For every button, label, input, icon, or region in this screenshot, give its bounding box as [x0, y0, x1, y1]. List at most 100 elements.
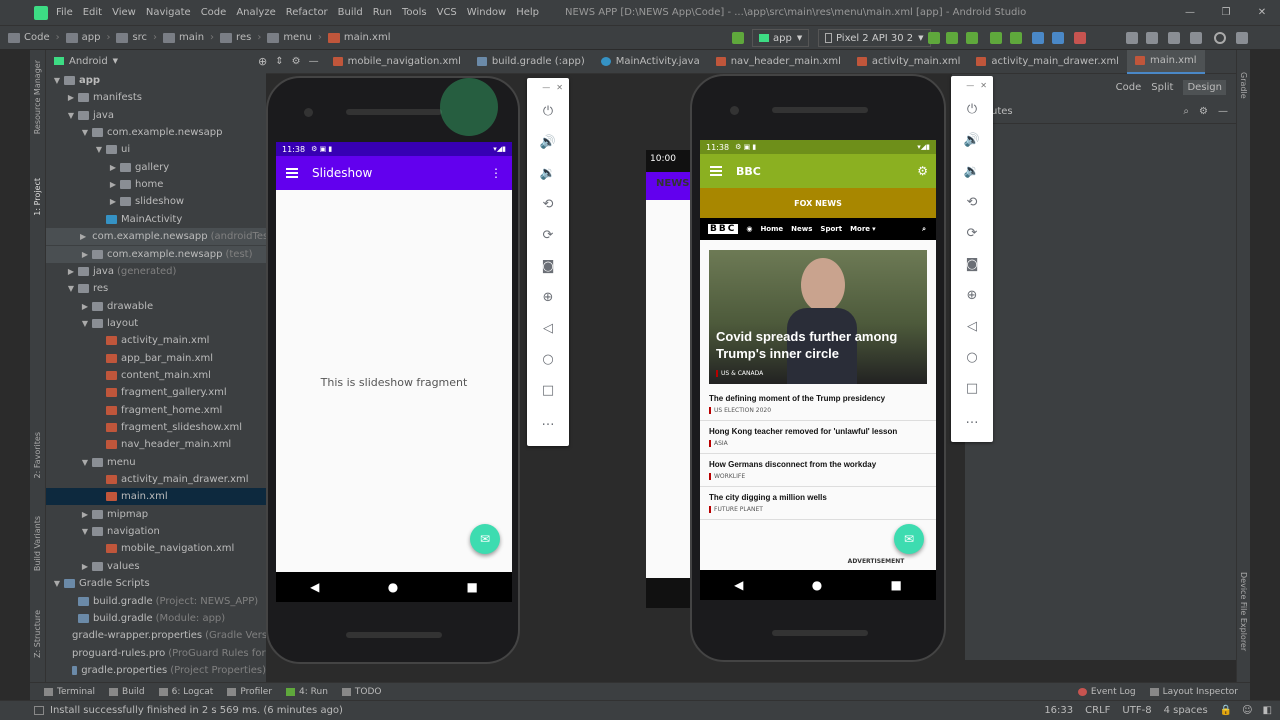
lock-icon[interactable]: 🔒 [1220, 705, 1232, 716]
menu-help[interactable]: Help [516, 7, 539, 18]
line-separator[interactable]: CRLF [1085, 705, 1110, 716]
story-item[interactable]: The defining moment of the Trump preside… [700, 388, 936, 421]
apply-changes-icon[interactable] [946, 32, 958, 44]
status-message[interactable]: Install successfully finished in 2 s 569… [50, 705, 343, 716]
editor-tab[interactable]: mobile_navigation.xml [325, 50, 469, 74]
tree-item[interactable]: ▼ ui [46, 141, 266, 158]
tree-item[interactable]: proguard-rules.pro(ProGuard Rules for ap [46, 645, 266, 662]
menu-code[interactable]: Code [201, 7, 227, 18]
editor-tab[interactable]: main.xml [1126, 49, 1205, 74]
menu-refactor[interactable]: Refactor [286, 7, 328, 18]
tree-item[interactable]: app_bar_main.xml [46, 350, 266, 367]
tree-item[interactable]: gradle-wrapper.properties (Gradle Versi [46, 627, 266, 644]
rotate-right-icon[interactable]: ⟳ [527, 220, 569, 251]
project-tab[interactable]: 1: Project [33, 178, 42, 216]
tree-item[interactable]: ▼ menu [46, 454, 266, 471]
more-icon[interactable]: … [951, 404, 993, 435]
terminal-tab[interactable]: Terminal [44, 687, 95, 697]
recents-icon[interactable]: ■ [467, 580, 478, 594]
breadcrumb-src[interactable]: src [132, 32, 147, 43]
tree-item[interactable]: fragment_home.xml [46, 402, 266, 419]
collapse-icon[interactable]: ⇕ [275, 56, 283, 67]
story-item[interactable]: Hong Kong teacher removed for 'unlawful'… [700, 421, 936, 454]
hamburger-menu-icon[interactable] [286, 166, 298, 180]
sdk-manager-icon[interactable] [1190, 32, 1202, 44]
sync-icon[interactable] [1146, 32, 1158, 44]
fox-news-tab[interactable]: FOX NEWS [700, 188, 936, 218]
tree-item[interactable]: fragment_gallery.xml [46, 384, 266, 401]
memory-icon[interactable]: ◧ [1263, 705, 1272, 716]
chevron-down-icon[interactable]: ▼ [66, 284, 76, 293]
chevron-right-icon[interactable]: ▶ [80, 562, 90, 571]
tree-item[interactable]: activity_main_drawer.xml [46, 471, 266, 488]
menu-edit[interactable]: Edit [83, 7, 102, 18]
chevron-right-icon[interactable]: ▶ [80, 250, 90, 259]
build-tab[interactable]: Build [109, 687, 145, 697]
tree-item[interactable]: MainActivity [46, 211, 266, 228]
power-icon[interactable]: ⏻ [951, 94, 993, 125]
search-icon[interactable]: ⌕ [922, 225, 926, 234]
tree-item[interactable]: ▼ com.example.newsapp [46, 124, 266, 141]
settings-icon[interactable] [1236, 32, 1248, 44]
bbc-logo[interactable]: BBC [708, 224, 739, 234]
screenshot-icon[interactable]: ◙ [951, 249, 993, 280]
rotate-left-icon[interactable]: ⟲ [951, 187, 993, 218]
tree-item[interactable]: build.gradle (Module: app) [46, 610, 266, 627]
headline-card[interactable]: Covid spreads further among Trump's inne… [709, 250, 927, 384]
device-file-explorer-tab[interactable]: Device File Explorer [1239, 572, 1248, 651]
hide-icon[interactable]: — [309, 56, 319, 67]
home-icon[interactable]: ○ [951, 342, 993, 373]
menu-build[interactable]: Build [338, 7, 363, 18]
menu-view[interactable]: View [112, 7, 136, 18]
tree-item[interactable]: ▼ navigation [46, 523, 266, 540]
tree-item[interactable]: ▼ java [46, 107, 266, 124]
mode-split-button[interactable]: Split [1151, 82, 1173, 93]
breadcrumb-res[interactable]: res [236, 32, 251, 43]
overview-icon[interactable]: □ [951, 373, 993, 404]
home-icon[interactable]: ● [812, 578, 822, 592]
more-icon[interactable]: … [527, 406, 569, 437]
tree-item[interactable]: ▼ layout [46, 315, 266, 332]
menu-file[interactable]: File [56, 7, 73, 18]
tree-item[interactable]: content_main.xml [46, 367, 266, 384]
screenshot-icon[interactable]: ◙ [527, 251, 569, 282]
project-view-select[interactable]: Android [69, 56, 108, 67]
caret-position[interactable]: 16:33 [1044, 705, 1073, 716]
account-icon[interactable]: ◉ [746, 225, 752, 233]
gradle-tab[interactable]: Gradle [1239, 72, 1248, 99]
mode-design-button[interactable]: Design [1183, 79, 1226, 95]
minimize-icon[interactable]: — [542, 83, 550, 92]
volume-down-icon[interactable]: 🔉 [527, 158, 569, 189]
status-toggle-icon[interactable] [34, 706, 44, 715]
story-item[interactable]: How Germans disconnect from the workday W… [700, 454, 936, 487]
email-fab-icon[interactable]: ✉ [470, 524, 500, 554]
tree-item[interactable]: ▶ com.example.newsapp(androidTest) [46, 228, 266, 246]
editor-tab[interactable]: MainActivity.java [593, 50, 708, 74]
chevron-right-icon[interactable]: ▶ [108, 197, 118, 206]
tree-item[interactable]: ▼ res [46, 280, 266, 297]
rerun-icon[interactable] [928, 32, 940, 44]
chevron-right-icon[interactable]: ▶ [108, 163, 118, 172]
power-icon[interactable]: ⏻ [527, 96, 569, 127]
minimize-icon[interactable]: — [966, 81, 974, 90]
menu-vcs[interactable]: VCS [437, 7, 457, 18]
tree-item[interactable]: ▶ mipmap [46, 506, 266, 523]
indent-setting[interactable]: 4 spaces [1164, 705, 1208, 716]
breadcrumb-menu[interactable]: menu [283, 32, 312, 43]
rotate-left-icon[interactable]: ⟲ [527, 189, 569, 220]
tree-item[interactable]: fragment_slideshow.xml [46, 419, 266, 436]
hammer-icon[interactable] [732, 32, 744, 44]
breadcrumb-main[interactable]: main [179, 32, 204, 43]
hamburger-menu-icon[interactable] [710, 164, 722, 178]
chevron-down-icon[interactable]: ▼ [66, 111, 76, 120]
breadcrumb-app[interactable]: app [82, 32, 101, 43]
chevron-right-icon[interactable]: ▶ [66, 93, 76, 102]
tree-item[interactable]: main.xml [46, 488, 266, 506]
overview-icon[interactable]: □ [527, 375, 569, 406]
home-icon[interactable]: ○ [527, 344, 569, 375]
apply-code-changes-icon[interactable] [966, 32, 978, 44]
chevron-right-icon[interactable]: ▶ [80, 510, 90, 519]
recents-icon[interactable]: ■ [891, 578, 902, 592]
tree-item[interactable]: ▼ app [46, 72, 266, 89]
chevron-down-icon[interactable]: ▼ [80, 527, 90, 536]
